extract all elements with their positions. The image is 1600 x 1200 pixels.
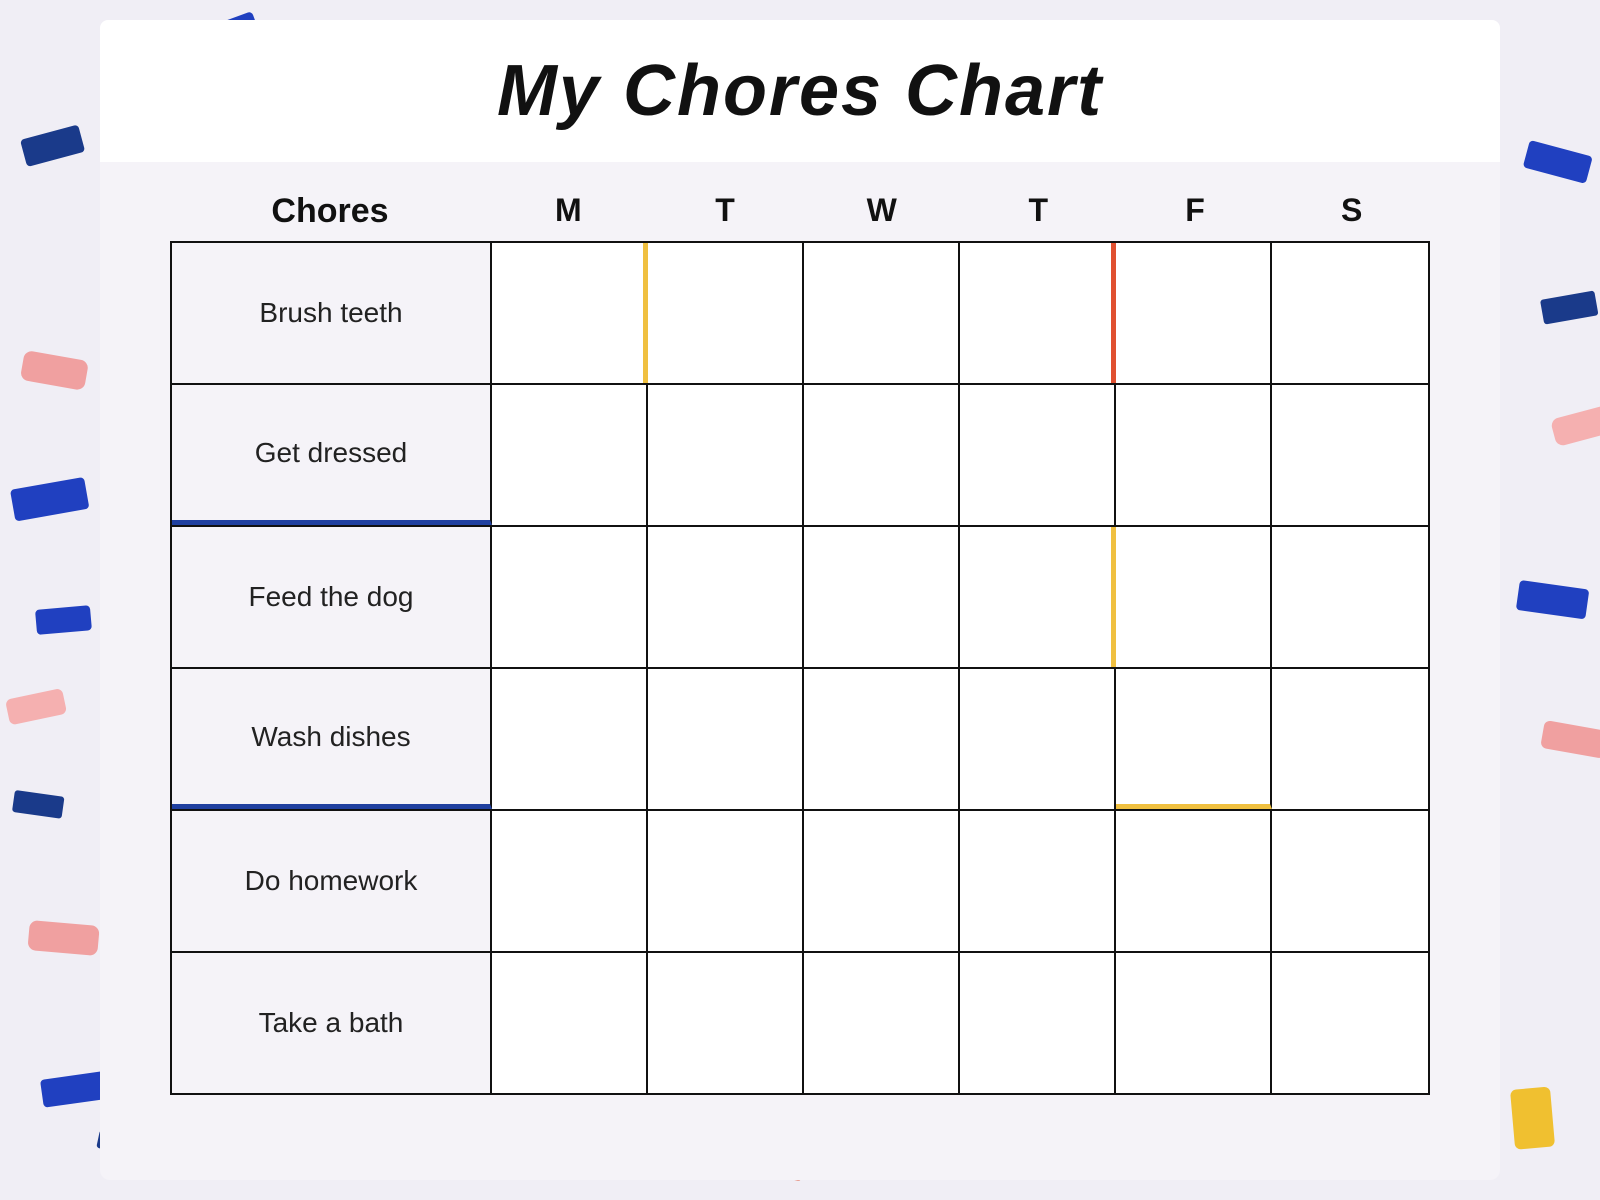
cell-6-w[interactable]: [804, 953, 960, 1093]
chores-column-header: Chores: [170, 192, 490, 231]
cell-5-w[interactable]: [804, 811, 960, 951]
cell-6-f[interactable]: [1116, 953, 1272, 1093]
table-row: Wash dishes: [172, 669, 1428, 811]
cell-1-w[interactable]: [804, 243, 960, 383]
cell-4-s[interactable]: [1272, 669, 1428, 809]
cell-5-t1[interactable]: [648, 811, 804, 951]
cell-3-f[interactable]: [1116, 527, 1272, 667]
day-header-m: M: [490, 192, 647, 231]
cell-2-m[interactable]: [492, 385, 648, 525]
cell-1-m[interactable]: [492, 243, 648, 383]
cell-1-s[interactable]: [1272, 243, 1428, 383]
day-header-s: S: [1273, 192, 1430, 231]
day-header-t1: T: [647, 192, 804, 231]
chore-label-1: Brush teeth: [172, 243, 492, 383]
chart-wrapper: Chores M T W T F S Brush teeth: [170, 192, 1430, 1180]
day-header-f: F: [1117, 192, 1274, 231]
cell-4-t2[interactable]: [960, 669, 1116, 809]
cell-3-t1[interactable]: [648, 527, 804, 667]
cell-2-w[interactable]: [804, 385, 960, 525]
cell-1-f[interactable]: [1116, 243, 1272, 383]
day-header-w: W: [803, 192, 960, 231]
chart-body: Brush teeth Get dressed: [170, 241, 1430, 1095]
chore-label-5: Do homework: [172, 811, 492, 951]
cell-3-t2[interactable]: [960, 527, 1116, 667]
table-row: Get dressed: [172, 385, 1428, 527]
cell-5-m[interactable]: [492, 811, 648, 951]
chore-label-2: Get dressed: [172, 385, 492, 525]
cell-6-s[interactable]: [1272, 953, 1428, 1093]
chore-label-4: Wash dishes: [172, 669, 492, 809]
cell-3-m[interactable]: [492, 527, 648, 667]
cell-1-t1[interactable]: [648, 243, 804, 383]
main-container: My Chores Chart Chores M T W T F S Brush…: [100, 20, 1500, 1180]
cell-4-f[interactable]: [1116, 669, 1272, 809]
cell-5-f[interactable]: [1116, 811, 1272, 951]
chart-header: Chores M T W T F S: [170, 192, 1430, 241]
cell-2-f[interactable]: [1116, 385, 1272, 525]
cell-3-w[interactable]: [804, 527, 960, 667]
cell-4-w[interactable]: [804, 669, 960, 809]
cell-3-s[interactable]: [1272, 527, 1428, 667]
title-bar: My Chores Chart: [100, 20, 1500, 162]
cell-2-t2[interactable]: [960, 385, 1116, 525]
cell-6-m[interactable]: [492, 953, 648, 1093]
cell-6-t2[interactable]: [960, 953, 1116, 1093]
day-header-t2: T: [960, 192, 1117, 231]
cell-2-t1[interactable]: [648, 385, 804, 525]
page-title: My Chores Chart: [120, 50, 1480, 132]
cell-4-m[interactable]: [492, 669, 648, 809]
table-row: Brush teeth: [172, 243, 1428, 385]
cell-5-s[interactable]: [1272, 811, 1428, 951]
table-row: Take a bath: [172, 953, 1428, 1093]
chore-label-6: Take a bath: [172, 953, 492, 1093]
cell-5-t2[interactable]: [960, 811, 1116, 951]
cell-2-s[interactable]: [1272, 385, 1428, 525]
table-row: Feed the dog: [172, 527, 1428, 669]
table-row: Do homework: [172, 811, 1428, 953]
cell-6-t1[interactable]: [648, 953, 804, 1093]
cell-4-t1[interactable]: [648, 669, 804, 809]
cell-1-t2[interactable]: [960, 243, 1116, 383]
chore-label-3: Feed the dog: [172, 527, 492, 667]
